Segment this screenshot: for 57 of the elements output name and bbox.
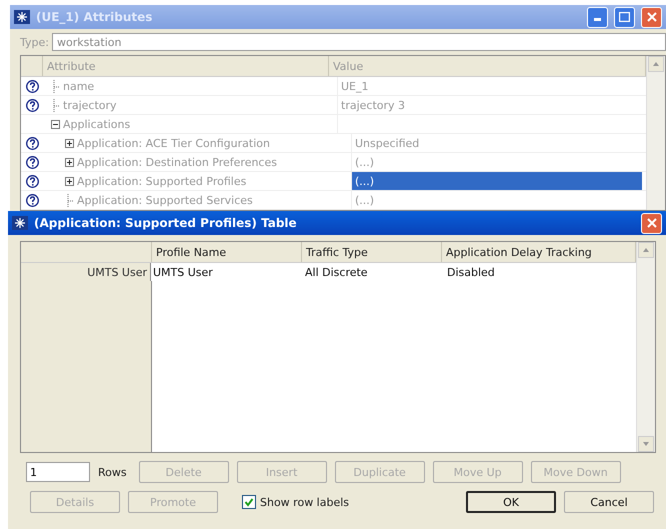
maximize-icon [619,12,630,22]
tree-line-icon [51,98,60,112]
attribute-name: Application: Destination Preferences [77,156,277,168]
column-header[interactable]: Attribute [43,56,329,76]
row-label: UMTS User [21,263,151,281]
show-row-labels-checkbox[interactable]: Show row labels [242,495,350,509]
window-title: (UE_1) Attributes [36,10,154,24]
help-icon [26,80,38,92]
attribute-name: Application: Supported Services [77,194,253,206]
value-cell[interactable]: (...) [352,172,642,190]
value-cell[interactable]: UE_1 [338,77,642,95]
scroll-up-icon[interactable] [638,242,654,258]
rows-field[interactable]: 1 [26,462,90,482]
value-cell[interactable]: (...) [352,191,642,209]
attribute-name: Application: Supported Profiles [77,174,246,188]
attribute-name: Application: ACE Tier Configuration [77,136,270,150]
attribute-name: name [63,80,94,92]
tree-line-icon [51,80,60,92]
value-cell[interactable]: Unspecified [352,134,642,152]
type-label: Type: [20,36,49,48]
scroll-down-icon[interactable] [638,436,654,452]
ok-button[interactable]: OK [466,491,556,513]
maximize-button[interactable] [614,6,635,28]
app-icon [12,216,28,230]
close-icon [646,218,656,228]
checkmark-icon [244,497,254,507]
help-icon [26,136,38,150]
close-button[interactable] [641,6,662,28]
app-icon [14,10,30,24]
type-field[interactable]: workstation [52,33,666,51]
value-cell[interactable]: (...) [352,153,642,171]
scroll-up-icon[interactable] [648,56,664,72]
collapse-icon[interactable] [51,120,60,128]
rows-label: Rows [98,466,127,478]
attribute-name: Applications [63,118,130,130]
table-cell[interactable]: All Discrete [303,263,445,281]
tree-line-icon [65,194,74,206]
expand-icon[interactable] [65,138,74,148]
help-icon [26,194,38,206]
cancel-button[interactable]: Cancel [564,491,654,513]
value-cell[interactable]: trajectory 3 [338,96,642,114]
table-cell[interactable]: Disabled [445,263,636,281]
attribute-name: trajectory [63,98,117,112]
column-header[interactable]: Profile Name [152,242,302,262]
expand-icon[interactable] [65,176,74,186]
minimize-button[interactable] [587,6,608,28]
table-cell[interactable]: UMTS User [151,263,303,281]
scrollbar[interactable] [636,242,655,452]
help-icon [26,98,38,112]
help-icon [26,156,38,168]
scrollbar[interactable] [646,56,665,210]
column-header[interactable]: Traffic Type [302,242,442,262]
help-icon [26,174,38,188]
close-button[interactable] [641,212,662,234]
close-icon [646,12,656,22]
window-title: (Application: Supported Profiles) Table [34,216,298,230]
expand-icon[interactable] [65,158,74,166]
